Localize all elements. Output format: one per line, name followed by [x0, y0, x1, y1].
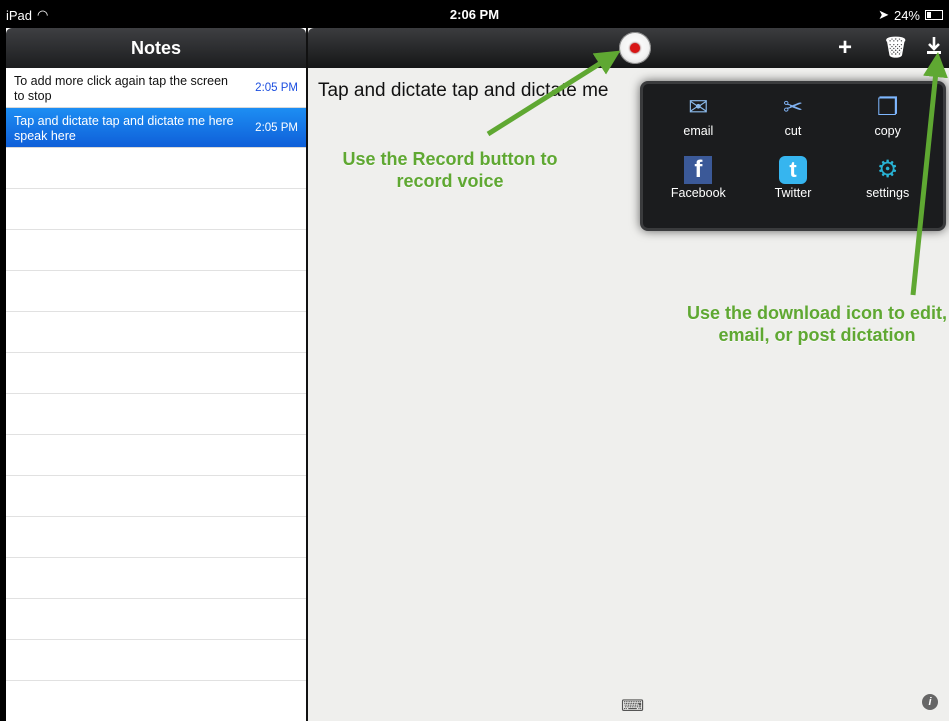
- annotation-arrows: [486, 50, 948, 296]
- record-annotation-arrow: [486, 50, 621, 137]
- record-annotation: Use the Record button to record voice: [342, 149, 558, 191]
- download-annotation: Use the download icon to edit, email, or…: [686, 303, 947, 345]
- download-annotation-arrow: [910, 52, 948, 296]
